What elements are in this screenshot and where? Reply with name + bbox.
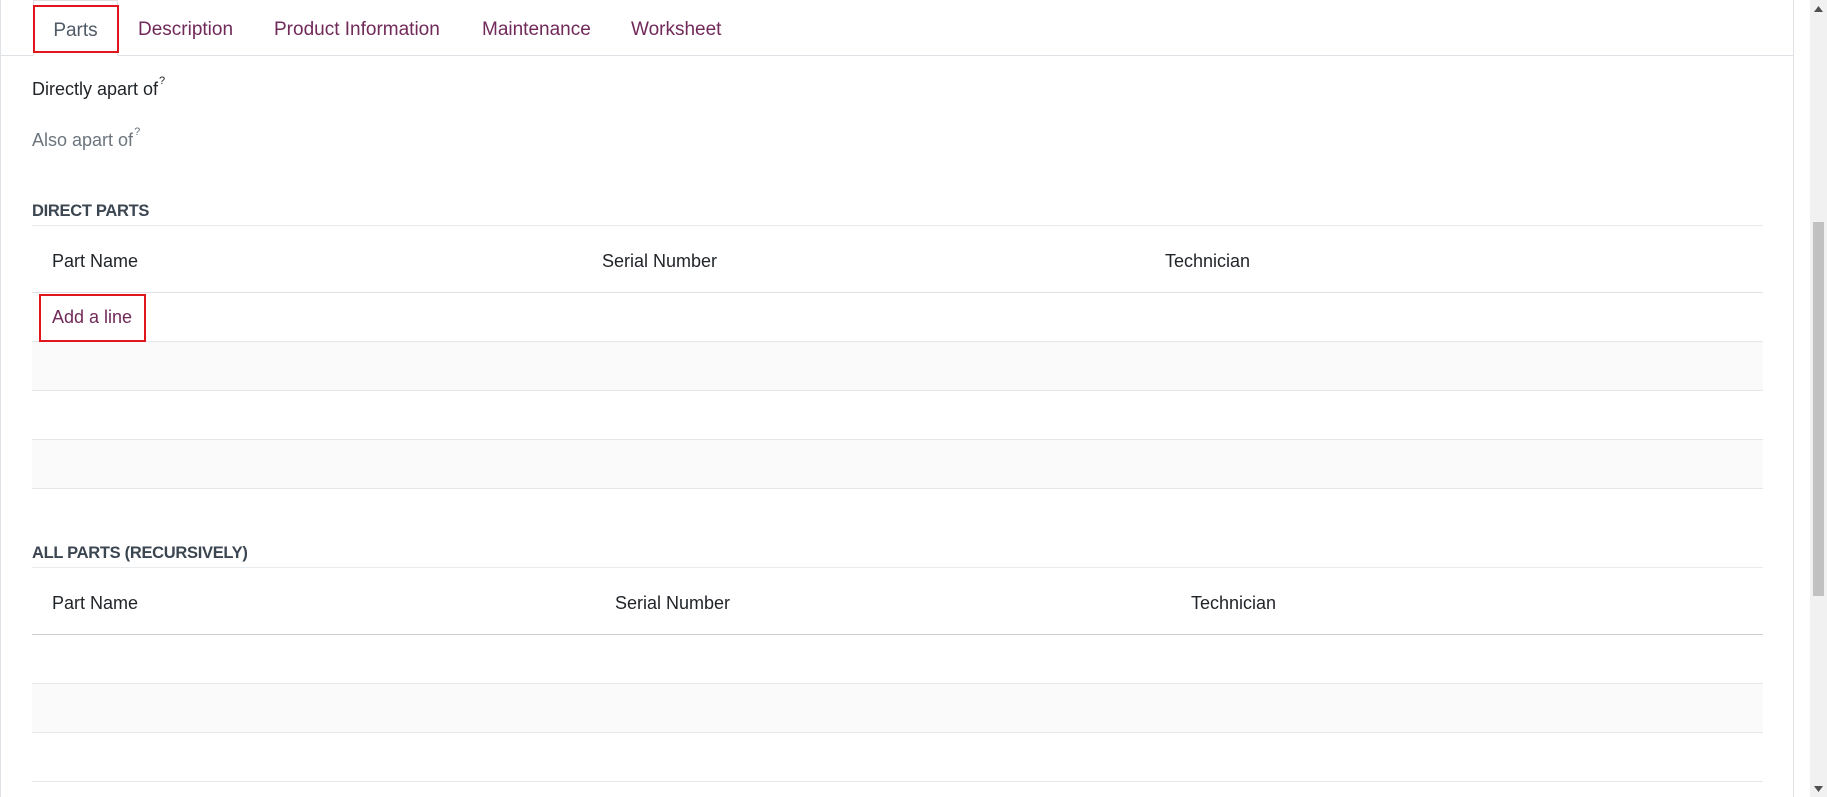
column-technician[interactable]: Technician xyxy=(1165,226,1250,296)
table-row xyxy=(32,440,1763,489)
table-row xyxy=(32,684,1763,733)
caret-up-icon[interactable] xyxy=(1810,0,1827,17)
tab-parts[interactable]: Parts xyxy=(33,0,118,56)
directly-apart-of-text: Directly apart of xyxy=(32,79,159,99)
left-border xyxy=(0,0,1,797)
tab-maintenance[interactable]: Maintenance xyxy=(482,0,591,55)
tab-product-information[interactable]: Product Information xyxy=(274,0,440,55)
directly-apart-of-help[interactable]: ? xyxy=(159,75,165,87)
tab-worksheet[interactable]: Worksheet xyxy=(631,0,721,55)
column-serial-number[interactable]: Serial Number xyxy=(602,226,717,296)
also-apart-of-label: Also apart of? xyxy=(32,126,140,151)
also-apart-of-text: Also apart of xyxy=(32,130,134,150)
also-apart-of-help[interactable]: ? xyxy=(134,126,140,138)
all-parts-table: Part Name Serial Number Technician xyxy=(32,568,1763,782)
table-row xyxy=(32,342,1763,391)
notebook-tabs: Parts Description Product Information Ma… xyxy=(0,0,1793,56)
column-technician[interactable]: Technician xyxy=(1191,568,1276,638)
column-serial-number[interactable]: Serial Number xyxy=(615,568,730,638)
page: Parts Description Product Information Ma… xyxy=(0,0,1827,797)
direct-parts-title: DIRECT PARTS xyxy=(32,202,150,220)
column-part-name[interactable]: Part Name xyxy=(52,226,138,296)
tab-description[interactable]: Description xyxy=(138,0,233,55)
direct-parts-table: Part Name Serial Number Technician Add a… xyxy=(32,226,1763,489)
table-row: Add a line xyxy=(32,293,1763,342)
right-border xyxy=(1793,0,1794,797)
column-part-name[interactable]: Part Name xyxy=(52,568,138,638)
table-row xyxy=(32,635,1763,684)
scrollbar-thumb[interactable] xyxy=(1813,222,1824,596)
all-parts-title: ALL PARTS (RECURSIVELY) xyxy=(32,544,248,562)
vertical-scrollbar[interactable] xyxy=(1810,0,1827,797)
directly-apart-of-label: Directly apart of? xyxy=(32,75,165,100)
caret-down-icon[interactable] xyxy=(1810,780,1827,797)
add-a-line-button[interactable]: Add a line xyxy=(52,293,132,342)
direct-parts-header: Part Name Serial Number Technician xyxy=(32,226,1763,293)
all-parts-header: Part Name Serial Number Technician xyxy=(32,568,1763,635)
table-row xyxy=(32,391,1763,440)
table-row xyxy=(32,733,1763,782)
